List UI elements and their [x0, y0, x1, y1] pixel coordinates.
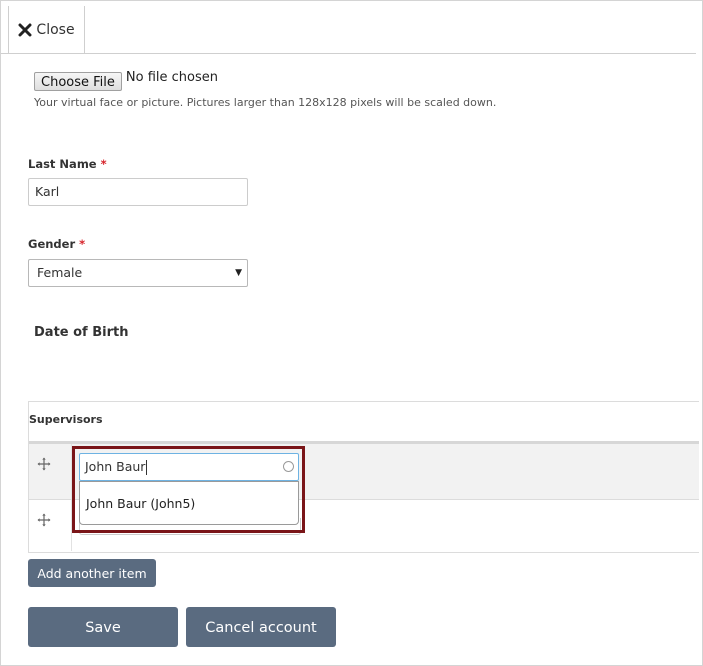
- dialog-frame: Close Choose File No file chosen Your vi…: [0, 0, 703, 666]
- close-label: Close: [36, 21, 75, 38]
- close-x-icon: [18, 23, 32, 37]
- required-marker: *: [79, 237, 86, 251]
- drag-handle-icon[interactable]: [37, 512, 51, 527]
- picture-file-field: Choose File No file chosen: [34, 71, 218, 91]
- dialog-topbar: Close: [1, 1, 696, 54]
- date-of-birth-title: Date of Birth: [34, 325, 129, 340]
- autocomplete-throbber-icon: [283, 461, 294, 472]
- drag-handle-cell: [29, 444, 72, 499]
- add-another-item-button[interactable]: Add another item: [28, 559, 156, 587]
- gender-select[interactable]: Female ▼: [28, 259, 248, 287]
- supervisors-header: Supervisors: [29, 402, 699, 444]
- choose-file-button[interactable]: Choose File: [34, 72, 122, 91]
- close-button[interactable]: Close: [8, 6, 85, 53]
- file-status-text: No file chosen: [125, 70, 218, 85]
- save-button[interactable]: Save: [28, 607, 178, 647]
- gender-label: Gender *: [28, 237, 86, 251]
- required-marker: *: [100, 157, 107, 171]
- gender-selected-value: Female: [37, 265, 83, 280]
- drag-handle-cell: [29, 500, 72, 551]
- autocomplete-option[interactable]: John Baur (John5): [86, 496, 195, 511]
- cancel-account-button[interactable]: Cancel account: [186, 607, 336, 647]
- chevron-down-icon: ▼: [235, 268, 242, 278]
- last-name-input[interactable]: Karl: [28, 178, 248, 206]
- supervisor-input-value: John Baur: [85, 459, 146, 474]
- drag-handle-icon[interactable]: [37, 456, 51, 471]
- autocomplete-dropdown: John Baur (John5): [79, 481, 299, 525]
- text-cursor: [146, 460, 148, 475]
- supervisor-autocomplete-input[interactable]: John Baur: [79, 453, 299, 481]
- picture-help-text: Your virtual face or picture. Pictures l…: [34, 96, 497, 109]
- last-name-label: Last Name *: [28, 157, 107, 171]
